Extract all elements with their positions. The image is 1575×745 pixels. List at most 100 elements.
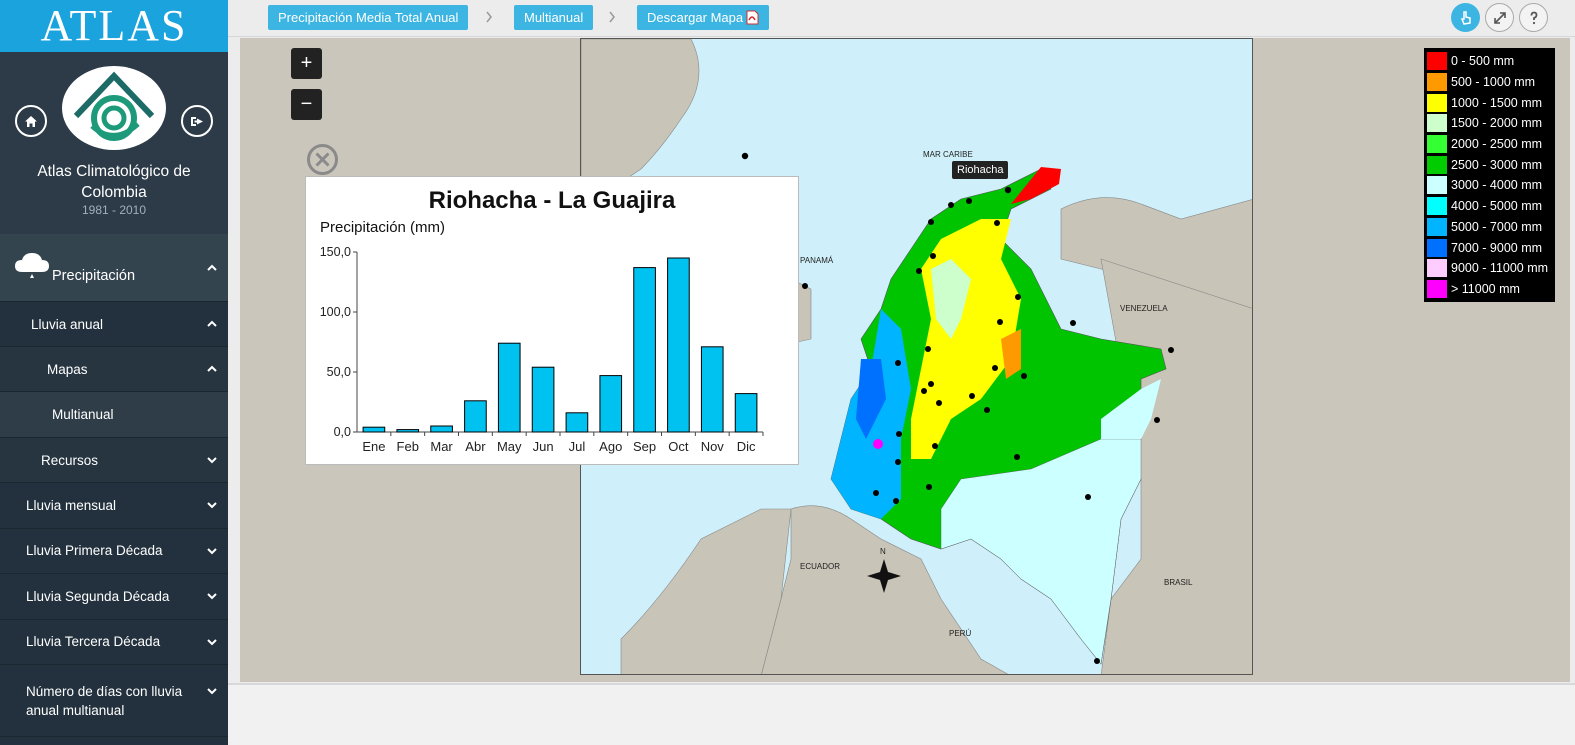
- zoom-in-label: +: [300, 52, 313, 74]
- bar-jul: [565, 412, 589, 433]
- menu-precipitacion-label: Precipitación: [52, 268, 136, 284]
- legend-swatch: [1427, 135, 1447, 154]
- menu-lluvia-segunda-decada[interactable]: Lluvia Segunda Década: [0, 574, 228, 620]
- legend-item: 0 - 500 mm: [1427, 51, 1552, 72]
- home-icon: [25, 115, 37, 127]
- menu-lluvia-mensual[interactable]: Lluvia mensual: [0, 483, 228, 529]
- menu-numero-dias-lluvia[interactable]: Número de días con lluvia anual multianu…: [0, 665, 228, 737]
- legend-label: 3000 - 4000 mm: [1451, 178, 1543, 193]
- x-tick-label: Abr: [465, 439, 486, 454]
- legend-label: 9000 - 11000 mm: [1451, 261, 1549, 276]
- legend-label: 2000 - 2500 mm: [1451, 137, 1543, 152]
- menu-mapas[interactable]: Mapas: [0, 347, 228, 392]
- legend-swatch: [1427, 93, 1447, 112]
- help-button[interactable]: [1519, 3, 1548, 32]
- legend-swatch: [1427, 259, 1447, 278]
- download-map-button[interactable]: Descargar Mapa: [637, 5, 770, 30]
- pdf-icon: [746, 10, 759, 25]
- menu-lluvia-primera-decada[interactable]: Lluvia Primera Década: [0, 528, 228, 574]
- chevron-down-icon: [207, 548, 217, 555]
- x-tick-label: Dic: [737, 439, 756, 454]
- bar-may: [497, 342, 521, 433]
- precipitation-bar-chart: 0,0 50,0 100,0 150,0 Ene Feb Mar Abr May Jun Jul Ag…: [320, 245, 764, 454]
- legend-label: > 11000 mm: [1451, 281, 1520, 296]
- legend-swatch: [1427, 279, 1447, 298]
- x-tick-label: Feb: [397, 439, 419, 454]
- sidebar: ATLAS Atlas Climatológico de Colombia 19…: [0, 0, 228, 745]
- menu-multianual[interactable]: Multianual: [0, 392, 228, 438]
- logout-button[interactable]: [181, 105, 213, 137]
- menu-recursos[interactable]: Recursos: [0, 438, 228, 483]
- menu-lluvia-anual-label: Lluvia anual: [31, 316, 104, 332]
- label-peru: PERÚ: [949, 629, 972, 638]
- legend-swatch: [1427, 238, 1447, 257]
- footer-strip: [228, 683, 1575, 745]
- menu-item-label: Lluvia Segunda Década: [26, 588, 170, 604]
- bar-ago: [599, 375, 623, 433]
- x-tick-label: May: [497, 439, 522, 454]
- x-tick-label: Oct: [668, 439, 689, 454]
- menu-multianual-label: Multianual: [52, 407, 114, 422]
- home-button[interactable]: [15, 105, 47, 137]
- bar-feb: [396, 429, 420, 433]
- chevron-up-icon: [207, 320, 217, 327]
- y-tick-label: 50,0: [327, 365, 351, 379]
- identify-tool-button[interactable]: [1451, 3, 1480, 32]
- chevron-down-icon: [207, 688, 217, 695]
- precipitation-legend: 0 - 500 mm 500 - 1000 mm 1000 - 1500 mm 150…: [1424, 48, 1555, 302]
- bar-nov: [700, 346, 724, 433]
- legend-label: 2500 - 3000 mm: [1451, 157, 1543, 172]
- fullscreen-button[interactable]: [1485, 3, 1514, 32]
- app-title: Atlas Climatológico de Colombia: [37, 163, 191, 201]
- legend-swatch: [1427, 114, 1447, 133]
- breadcrumb-precipitacion[interactable]: Precipitación Media Total Anual: [268, 5, 469, 30]
- x-tick-label: Jul: [569, 439, 586, 454]
- bar-jun: [531, 366, 555, 433]
- chevron-down-icon: [207, 593, 217, 600]
- y-tick-label: 100,0: [320, 305, 351, 319]
- bar-mar: [430, 425, 453, 433]
- legend-label: 7000 - 9000 mm: [1451, 240, 1543, 255]
- menu-recursos-label: Recursos: [41, 452, 99, 468]
- rain-cloud-icon: [15, 253, 49, 278]
- menu-lluvia-tercera-decada[interactable]: Lluvia Tercera Década: [0, 619, 228, 665]
- legend-swatch: [1427, 73, 1447, 92]
- menu-lluvia-anual[interactable]: Lluvia anual: [0, 302, 228, 347]
- legend-swatch: [1427, 52, 1447, 71]
- chevron-down-icon: [207, 457, 217, 464]
- close-popup-icon[interactable]: [306, 143, 339, 176]
- zoom-out-label: −: [300, 93, 313, 115]
- question-icon: [1530, 11, 1537, 24]
- label-ecuador: ECUADOR: [800, 562, 841, 571]
- app-logo[interactable]: ATLAS: [0, 0, 228, 52]
- menu-mapas-label: Mapas: [47, 361, 88, 377]
- legend-swatch: [1427, 176, 1447, 195]
- top-toolbar: Precipitación Media Total Anual Multianu…: [228, 0, 1575, 37]
- map-viewport[interactable]: MAR CARIBE PANAMÁ VENEZUELA ECUADOR PERÚ…: [240, 38, 1570, 682]
- chevron-up-icon: [207, 264, 217, 271]
- chevron-up-icon: [207, 365, 217, 372]
- menu-item-label: Lluvia mensual: [26, 497, 117, 513]
- zoom-out-button[interactable]: −: [291, 89, 322, 120]
- label-panama: PANAMÁ: [800, 256, 834, 265]
- x-tick-label: Mar: [430, 439, 453, 454]
- chevron-right-icon: [609, 11, 615, 23]
- label-venezuela: VENEZUELA: [1120, 304, 1168, 313]
- breadcrumb-multianual[interactable]: Multianual: [514, 5, 594, 30]
- y-tick-label: 150,0: [320, 245, 351, 259]
- bar-oct: [667, 257, 690, 433]
- legend-item: 2000 - 2500 mm: [1427, 134, 1552, 155]
- bar-ene: [362, 426, 386, 433]
- zoom-in-button[interactable]: +: [291, 48, 322, 79]
- menu-item-label: Lluvia Primera Década: [26, 543, 163, 559]
- legend-label: 4000 - 5000 mm: [1451, 199, 1543, 214]
- label-mar-caribe: MAR CARIBE: [923, 150, 973, 159]
- pointer-hand-icon: [1460, 10, 1471, 25]
- menu-precipitacion[interactable]: Precipitación: [0, 234, 228, 302]
- expand-icon: [1493, 11, 1506, 24]
- menu-item-label: Lluvia Tercera Década: [26, 634, 161, 650]
- legend-item: 3000 - 4000 mm: [1427, 175, 1552, 196]
- legend-item: 9000 - 11000 mm: [1427, 258, 1552, 279]
- download-map-label: Descargar Mapa: [647, 10, 744, 25]
- chevron-right-icon: [486, 11, 492, 23]
